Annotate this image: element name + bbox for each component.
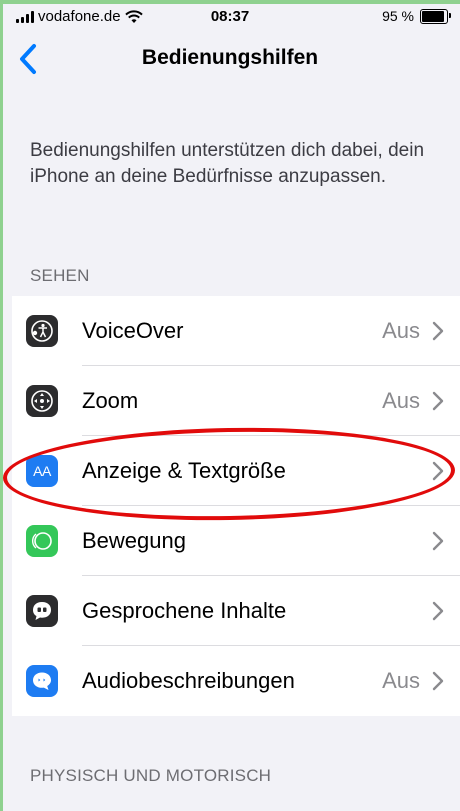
- row-voiceover[interactable]: VoiceOver Aus: [12, 296, 460, 366]
- navigation-bar: Bedienungshilfen: [0, 34, 460, 84]
- row-value-voiceover: Aus: [382, 318, 420, 343]
- audio-descriptions-icon: [26, 665, 58, 697]
- battery-percent: 95 %: [382, 8, 414, 24]
- row-label-voiceover: VoiceOver: [82, 318, 184, 343]
- row-label-gesprochene-inhalte: Gesprochene Inhalte: [82, 598, 287, 623]
- row-label-audiobeschreibungen: Audiobeschreibungen: [82, 668, 295, 693]
- section-header-sehen: SEHEN: [30, 266, 90, 285]
- row-label-bewegung: Bewegung: [82, 528, 186, 553]
- row-gesprochene-inhalte[interactable]: Gesprochene Inhalte: [12, 576, 460, 646]
- chevron-right-icon: [432, 321, 444, 341]
- zoom-icon: [26, 385, 58, 417]
- row-label-zoom: Zoom: [82, 388, 139, 413]
- row-value-audiobeschreibungen: Aus: [382, 668, 420, 693]
- section-header-physisch-motorisch: PHYSISCH UND MOTORISCH: [30, 766, 272, 785]
- frame-left-border: [0, 0, 3, 811]
- spoken-content-icon: [26, 595, 58, 627]
- page-title: Bedienungshilfen: [141, 46, 319, 69]
- voiceover-icon: [26, 315, 58, 347]
- status-bar: vodafone.de 08:37 95 %: [0, 4, 460, 32]
- chevron-right-icon: [432, 601, 444, 621]
- battery-icon: [420, 8, 451, 24]
- chevron-right-icon: [432, 531, 444, 551]
- motion-icon: [26, 525, 58, 557]
- chevron-right-icon: [432, 391, 444, 411]
- row-audiobeschreibungen[interactable]: Audiobeschreibungen Aus: [12, 646, 460, 716]
- status-right: 95 %: [382, 8, 451, 24]
- chevron-right-icon: [432, 671, 444, 691]
- row-value-zoom: Aus: [382, 388, 420, 413]
- description-text: Bedienungshilfen unterstützen dich dabei…: [30, 140, 425, 187]
- row-zoom[interactable]: Zoom Aus: [12, 366, 460, 436]
